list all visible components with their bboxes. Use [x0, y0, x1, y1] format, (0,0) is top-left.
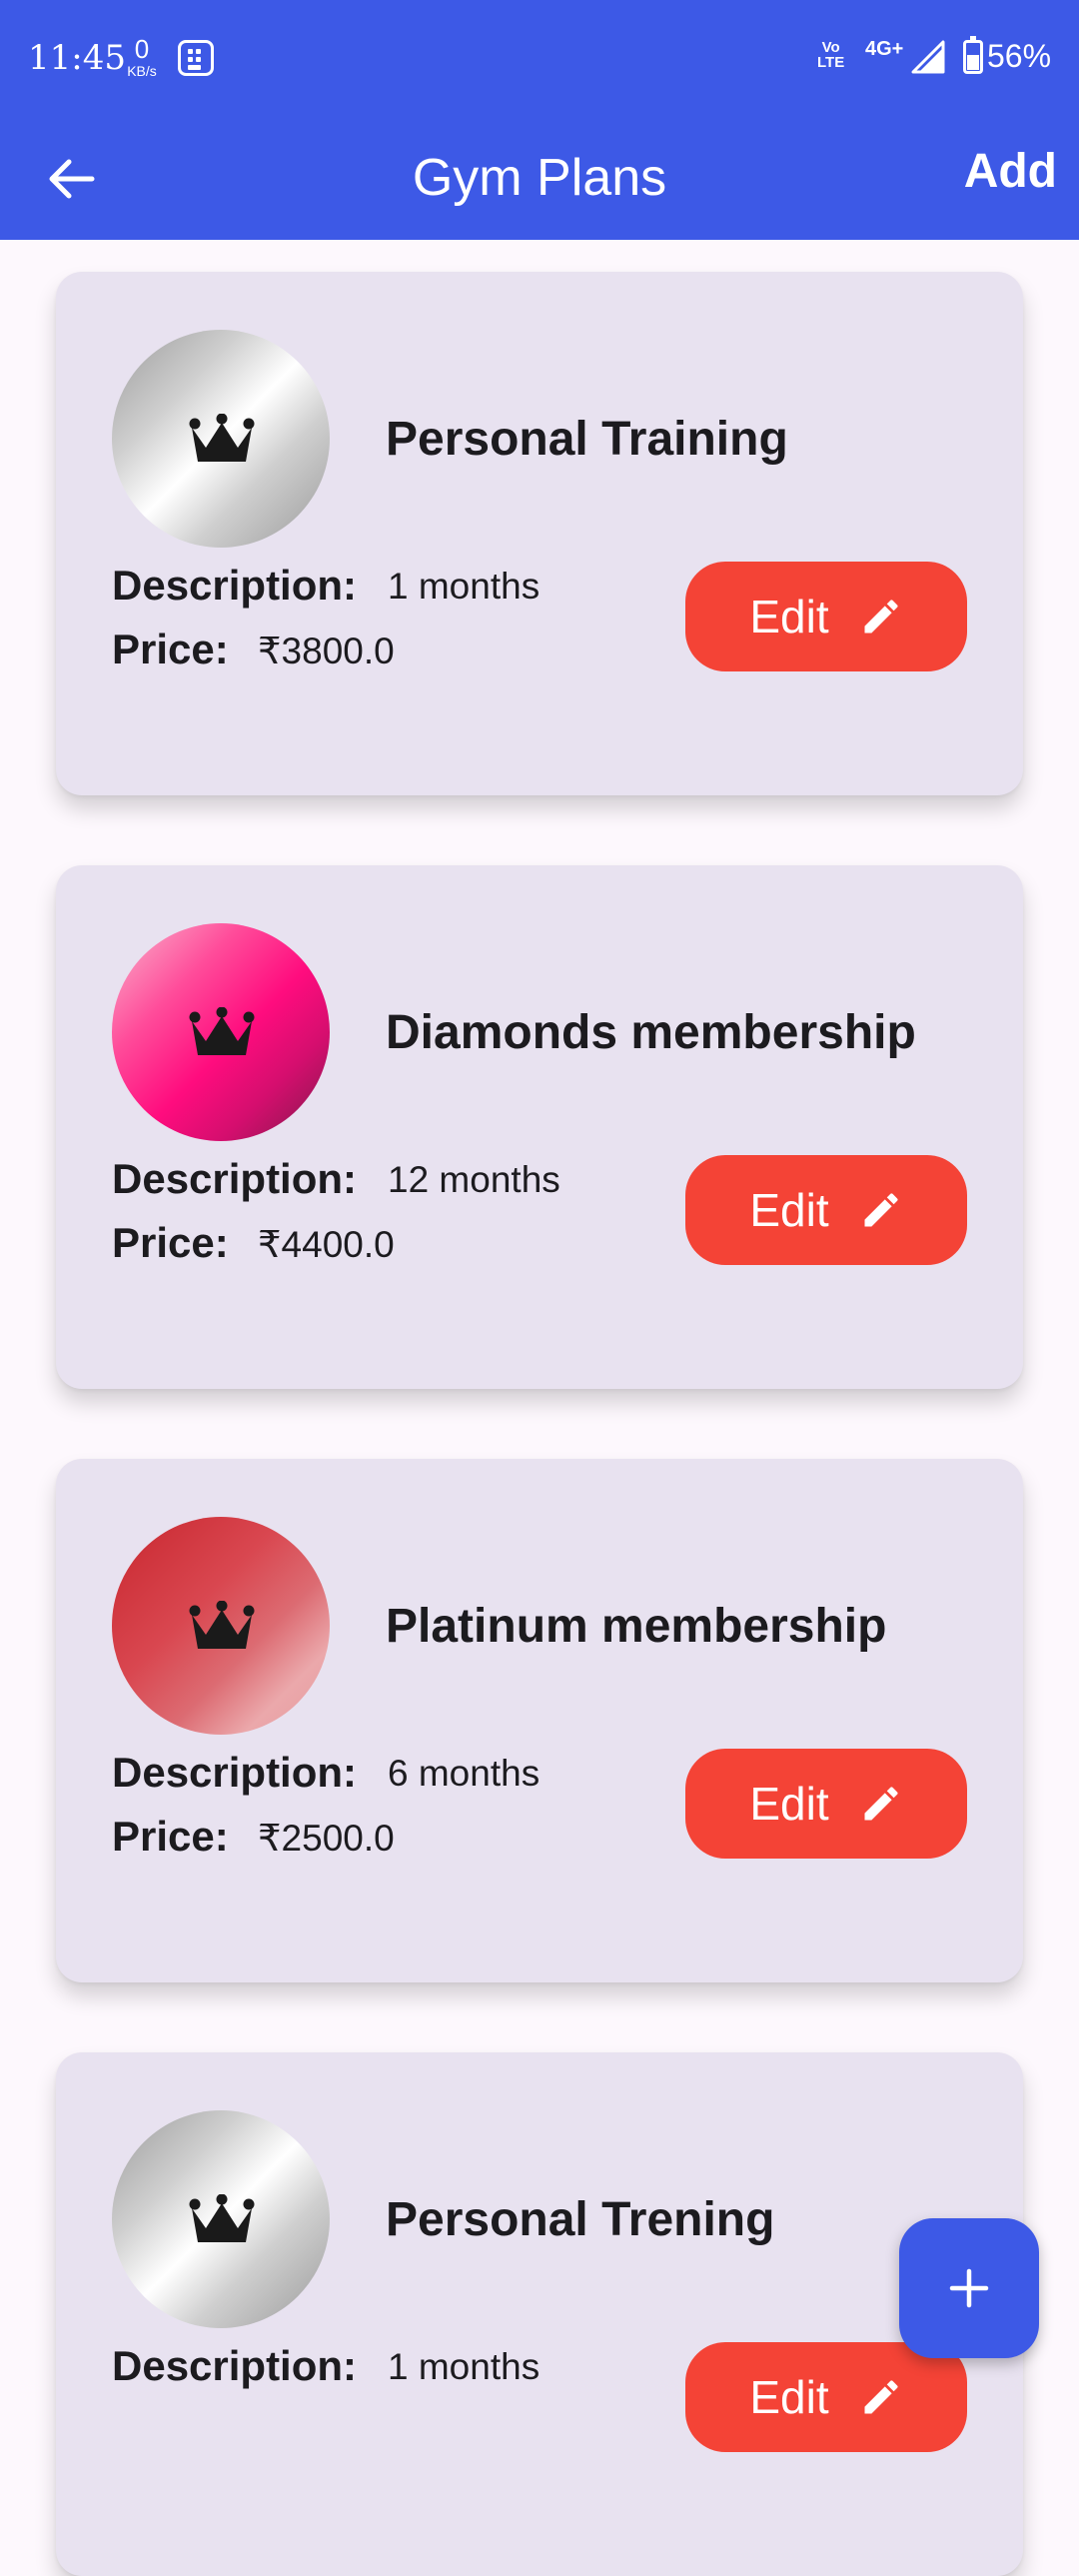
- edit-label: Edit: [749, 2371, 829, 2423]
- plan-card: Platinum membership Description: 6 month…: [56, 1459, 1023, 1982]
- price-value: ₹4400.0: [258, 1224, 395, 1265]
- description-label: Description:: [112, 2342, 358, 2389]
- plan-name: Personal Training: [386, 413, 788, 466]
- price-label: Price:: [112, 1219, 229, 1266]
- calculator-icon: [178, 40, 214, 76]
- pencil-icon: [864, 1787, 898, 1821]
- signal-icon: [911, 40, 945, 74]
- battery-percent: 56%: [987, 38, 1052, 74]
- plan-badge: [112, 2110, 330, 2328]
- plus-icon: [949, 2268, 989, 2308]
- add-plan-button[interactable]: Add: [964, 144, 1057, 199]
- plan-badge: [112, 1517, 330, 1735]
- plan-badge: [112, 923, 330, 1141]
- page-title: Gym Plans: [412, 149, 667, 207]
- description-value: 1 months: [388, 2346, 540, 2387]
- edit-label: Edit: [749, 591, 829, 643]
- volte-bottom: LTE: [817, 54, 845, 71]
- edit-plan-button[interactable]: Edit: [685, 2342, 967, 2452]
- description-label: Description:: [112, 562, 358, 609]
- price-label: Price:: [112, 626, 229, 672]
- status-bar: 11:45 0 KB/s Vo LTE 4G+ 56%: [0, 0, 1079, 118]
- crown-icon: [189, 2194, 255, 2242]
- description-value: 6 months: [388, 1753, 540, 1794]
- crown-icon: [189, 1007, 255, 1055]
- pencil-icon: [864, 2380, 898, 2414]
- pencil-icon: [864, 1193, 898, 1227]
- battery-fill: [967, 55, 979, 70]
- edit-plan-button[interactable]: Edit: [685, 1749, 967, 1859]
- edit-label: Edit: [749, 1184, 829, 1236]
- description-value: 12 months: [388, 1159, 560, 1200]
- edit-plan-button[interactable]: Edit: [685, 562, 967, 671]
- crown-icon: [189, 1601, 255, 1649]
- app-bar: Gym Plans Add: [0, 118, 1079, 240]
- net-speed: 0 KB/s: [122, 36, 162, 78]
- edit-plan-button[interactable]: Edit: [685, 1155, 967, 1265]
- network-type: 4G+: [865, 38, 904, 60]
- plan-card: Diamonds membership Description: 12 mont…: [56, 865, 1023, 1389]
- pencil-icon: [864, 600, 898, 634]
- price-value: ₹3800.0: [258, 631, 395, 671]
- price-value: ₹2500.0: [258, 1818, 395, 1859]
- plan-name: Platinum membership: [386, 1600, 887, 1653]
- battery-icon: [963, 36, 983, 74]
- plan-name: Diamonds membership: [386, 1006, 916, 1059]
- plan-card: Personal Trening Description: 1 months E…: [56, 2052, 1023, 2576]
- net-speed-unit: KB/s: [127, 63, 157, 79]
- edit-label: Edit: [749, 1778, 829, 1830]
- description-label: Description:: [112, 1749, 358, 1796]
- plan-card: Personal Training Description: 1 months …: [56, 272, 1023, 795]
- status-time: 11:45: [28, 38, 126, 78]
- plan-name: Personal Trening: [386, 2193, 775, 2246]
- add-fab[interactable]: [899, 2218, 1039, 2358]
- description-value: 1 months: [388, 566, 540, 607]
- net-speed-value: 0: [134, 34, 150, 64]
- volte-icon: Vo LTE: [817, 40, 844, 70]
- plan-badge: [112, 330, 330, 548]
- price-label: Price:: [112, 1813, 229, 1860]
- crown-icon: [189, 414, 255, 462]
- description-label: Description:: [112, 1155, 358, 1202]
